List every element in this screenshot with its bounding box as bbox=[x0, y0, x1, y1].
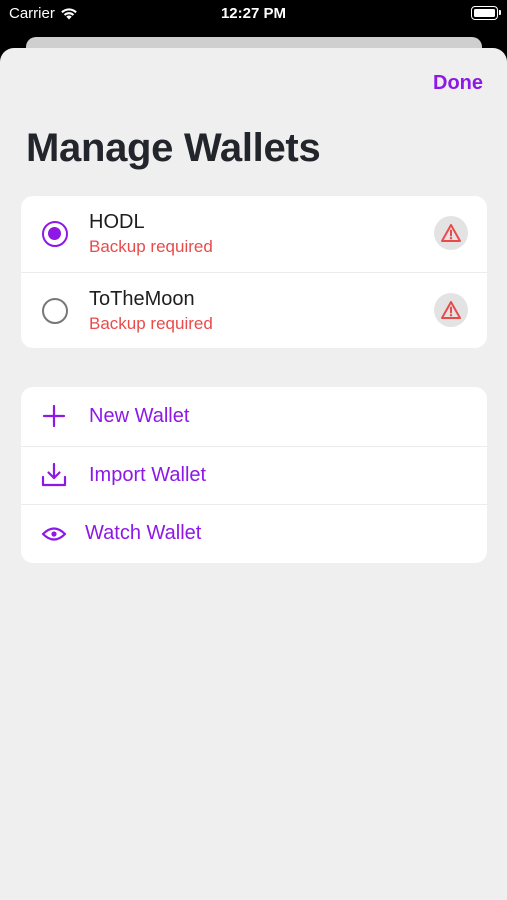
warning-icon bbox=[441, 224, 461, 242]
backup-warning-button[interactable] bbox=[434, 216, 468, 250]
wallet-list: HODL Backup required ToTheMoon Backup re… bbox=[21, 196, 487, 348]
new-wallet-button[interactable]: New Wallet bbox=[21, 387, 487, 446]
wallet-backup-status: Backup required bbox=[89, 237, 213, 256]
import-wallet-button[interactable]: Import Wallet bbox=[21, 445, 487, 505]
watch-wallet-label: Watch Wallet bbox=[85, 522, 202, 545]
import-wallet-label: Import Wallet bbox=[89, 463, 207, 486]
status-bar: Carrier 12:27 PM bbox=[0, 0, 507, 30]
wallet-backup-status: Backup required bbox=[89, 314, 213, 333]
wallet-row-hodl[interactable]: HODL Backup required bbox=[21, 196, 487, 272]
wallet-actions: New Wallet Import Wallet Watch Wallet bbox=[21, 387, 487, 563]
plus-icon bbox=[41, 403, 67, 429]
eye-icon bbox=[41, 521, 67, 547]
watch-wallet-button[interactable]: Watch Wallet bbox=[21, 504, 487, 563]
page-title: Manage Wallets bbox=[26, 126, 321, 170]
wallet-row-tothemoon[interactable]: ToTheMoon Backup required bbox=[21, 272, 487, 348]
wallet-name: HODL bbox=[89, 211, 145, 233]
clock: 12:27 PM bbox=[220, 5, 287, 22]
radio-selected-icon[interactable] bbox=[42, 221, 68, 247]
done-button[interactable]: Done bbox=[433, 72, 483, 95]
battery-icon bbox=[471, 6, 501, 20]
manage-wallets-sheet: Done Manage Wallets HODL Backup required… bbox=[0, 48, 507, 900]
backup-warning-button[interactable] bbox=[434, 293, 468, 327]
download-icon bbox=[41, 462, 67, 488]
new-wallet-label: New Wallet bbox=[89, 404, 190, 427]
radio-unselected-icon[interactable] bbox=[42, 298, 68, 324]
wallet-name: ToTheMoon bbox=[89, 288, 195, 310]
warning-icon bbox=[441, 301, 461, 319]
